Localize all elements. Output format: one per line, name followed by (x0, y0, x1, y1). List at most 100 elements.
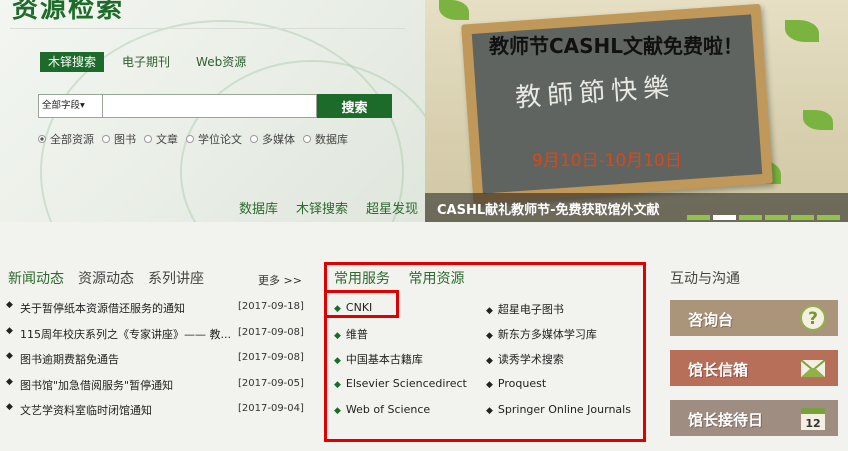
tab-common-services[interactable]: 常用服务 (334, 271, 390, 287)
news-tabs: 新闻动态 资源动态 系列讲座 (8, 268, 218, 288)
news-item[interactable]: ◆ 文艺学资料室临时闭馆通知 [2017-09-04] (6, 400, 306, 426)
link-sciencedirect[interactable]: ◆ Elsevier Sciencedirect (334, 377, 467, 390)
news-list: ◆ 关于暂停纸本资源借还服务的通知 [2017-09-18] ◆ 115周年校庆系列之… (6, 298, 306, 426)
link-label: 超星电子图书 (497, 303, 564, 316)
green-diamond-icon: ◆ (334, 380, 341, 390)
link-proquest[interactable]: ◆ Proquest (486, 377, 546, 390)
news-date: [2017-09-18] (238, 301, 304, 312)
banner-date: 9月10日-10月10日 (532, 151, 682, 171)
diamond-bullet-icon: ◆ (6, 376, 13, 387)
news-date: [2017-09-05] (238, 377, 304, 389)
search-input[interactable] (102, 94, 317, 118)
news-date: [2017-09-04] (238, 403, 304, 414)
consultation-button[interactable]: 咨询台 ? (670, 300, 838, 336)
radio-theses[interactable]: 学位论文 (186, 131, 242, 147)
link-duxiu[interactable]: ◆ 读秀学术搜索 (486, 351, 564, 367)
banner-caption[interactable]: CASHL献礼教师节-免费获取馆外文献 (437, 199, 660, 218)
tab-news[interactable]: 新闻动态 (8, 268, 64, 288)
link-databases[interactable]: 数据库 (239, 198, 278, 217)
news-title: 图书馆"加急借阅服务"暂停通知 (20, 378, 174, 392)
radio-databases[interactable]: 数据库 (303, 131, 348, 147)
radio-unchecked-icon (303, 135, 311, 143)
radio-unchecked-icon (144, 135, 152, 143)
news-title: 图书逾期费豁免通告 (20, 353, 119, 366)
title-divider (10, 28, 406, 29)
radio-books[interactable]: 图书 (102, 131, 136, 147)
radio-label: 图书 (114, 133, 136, 146)
button-label: 咨询台 (688, 311, 734, 329)
quick-links: 数据库 木铎搜索 超星发现 (239, 198, 425, 217)
news-title: 关于暂停纸本资源借还服务的通知 (20, 302, 185, 315)
cnki-highlight-box (324, 290, 399, 318)
carousel-indicators (684, 215, 840, 220)
news-item[interactable]: ◆ 115周年校庆系列之《专家讲座》—— 教... [2017-09-08] (6, 324, 306, 350)
diamond-bullet-icon: ◆ (486, 331, 493, 341)
svg-text:?: ? (808, 309, 818, 329)
search-panel: 资源检索 木铎搜索 电子期刊 Web资源 全部字段▾ 搜索 全部资源 图书 文章… (0, 0, 425, 222)
link-chaoxing-discovery[interactable]: 超星发现 (366, 198, 418, 217)
carousel-dot[interactable] (765, 215, 788, 220)
link-chaoxing-ebooks[interactable]: ◆ 超星电子图书 (486, 301, 564, 317)
diamond-bullet-icon: ◆ (6, 402, 13, 412)
director-reception-day-button[interactable]: 馆长接待日 12 (670, 400, 838, 436)
more-link[interactable]: 更多 >> (258, 272, 302, 288)
link-springer[interactable]: ◆ Springer Online Journals (486, 403, 631, 416)
field-select[interactable]: 全部字段▾ (38, 94, 102, 118)
services-section: 常用服务 常用资源 ◆ CNKI ◆ 维普 ◆ 中国基本古籍库 ◆ Elsevier S… (324, 262, 646, 442)
carousel-dot-active[interactable] (713, 215, 736, 220)
link-label: 中国基本古籍库 (345, 353, 423, 366)
diamond-bullet-icon: ◆ (486, 380, 493, 390)
tab-resource-news[interactable]: 资源动态 (78, 268, 134, 288)
link-chinese-ancient-books[interactable]: ◆ 中国基本古籍库 (334, 351, 423, 367)
link-label: 新东方多媒体学习库 (497, 328, 597, 341)
radio-unchecked-icon (250, 135, 258, 143)
director-mailbox-button[interactable]: 馆长信箱 (670, 350, 838, 386)
diamond-bullet-icon: ◆ (486, 406, 493, 416)
radio-all-resources[interactable]: 全部资源 (38, 131, 94, 147)
news-item[interactable]: ◆ 关于暂停纸本资源借还服务的通知 [2017-09-18] (6, 298, 306, 324)
green-diamond-icon: ◆ (334, 331, 341, 341)
link-muduo-search[interactable]: 木铎搜索 (296, 198, 348, 217)
radio-label: 全部资源 (50, 133, 94, 146)
link-vip[interactable]: ◆ 维普 (334, 326, 368, 342)
news-title: 115周年校庆系列之《专家讲座》—— 教... (20, 327, 230, 341)
link-web-of-science[interactable]: ◆ Web of Science (334, 403, 430, 416)
interaction-title: 互动与沟通 (670, 271, 740, 287)
tab-muduo-search[interactable]: 木铎搜索 (40, 52, 105, 72)
news-date: [2017-09-08] (238, 352, 304, 363)
radio-articles[interactable]: 文章 (144, 131, 178, 147)
carousel-dot[interactable] (817, 215, 840, 220)
link-xdf-multimedia[interactable]: ◆ 新东方多媒体学习库 (486, 326, 597, 342)
news-item[interactable]: ◆ 图书逾期费豁免通告 [2017-09-08] (6, 349, 306, 375)
tab-web-resources[interactable]: Web资源 (188, 52, 254, 72)
radio-label: 多媒体 (262, 133, 295, 146)
radio-multimedia[interactable]: 多媒体 (250, 131, 295, 147)
diamond-bullet-icon: ◆ (486, 306, 493, 316)
news-title: 文艺学资料室临时闭馆通知 (20, 404, 152, 417)
tab-lecture-series[interactable]: 系列讲座 (148, 268, 204, 288)
banner-carousel[interactable]: 教師節快樂 教师节CASHL文献免费啦！ 9月10日-10月10日 CASHL献… (425, 0, 848, 222)
services-tabs: 常用服务 常用资源 (334, 268, 478, 288)
diamond-bullet-icon: ◆ (6, 325, 13, 336)
dropdown-arrow-icon: ▾ (80, 100, 85, 111)
link-label: 读秀学术搜索 (497, 353, 564, 366)
tab-e-journals[interactable]: 电子期刊 (114, 52, 178, 72)
carousel-dot[interactable] (739, 215, 762, 220)
top-area: 资源检索 木铎搜索 电子期刊 Web资源 全部字段▾ 搜索 全部资源 图书 文章… (0, 0, 848, 222)
diamond-bullet-icon: ◆ (6, 300, 13, 310)
resource-type-radios: 全部资源 图书 文章 学位论文 多媒体 数据库 (38, 131, 356, 147)
calendar-icon: 12 (801, 408, 825, 430)
news-item[interactable]: ◆ 图书馆"加急借阅服务"暂停通知 [2017-09-05] (6, 375, 306, 401)
search-button[interactable]: 搜索 (317, 94, 392, 118)
leaf-decoration (439, 0, 469, 20)
diamond-bullet-icon: ◆ (6, 351, 13, 361)
tab-common-resources[interactable]: 常用资源 (408, 271, 464, 287)
search-tabs: 木铎搜索 电子期刊 Web资源 (40, 52, 264, 72)
radio-checked-icon (38, 135, 46, 143)
leaf-decoration (785, 20, 819, 42)
diamond-bullet-icon: ◆ (486, 356, 493, 366)
envelope-icon (800, 359, 826, 377)
carousel-dot[interactable] (687, 215, 710, 220)
carousel-dot[interactable] (791, 215, 814, 220)
calendar-day: 12 (805, 417, 820, 430)
